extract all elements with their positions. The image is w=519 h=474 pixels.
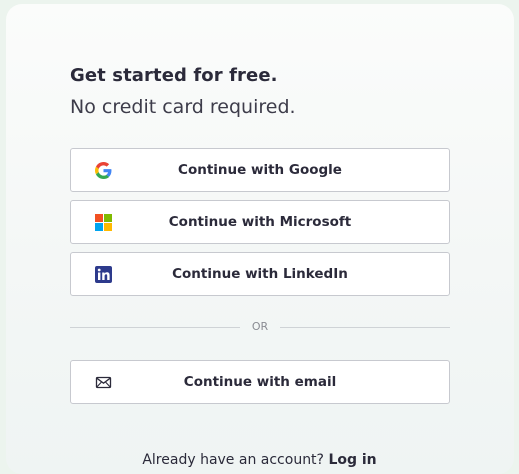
page-subtitle: No credit card required. [70,96,296,118]
google-signin-button[interactable]: Continue with Google [70,148,450,192]
microsoft-button-label: Continue with Microsoft [168,214,352,230]
google-button-label: Continue with Google [178,162,342,178]
linkedin-button-label: Continue with LinkedIn [172,266,348,282]
login-link[interactable]: Log in [328,452,376,468]
email-button-label: Continue with email [183,374,337,390]
divider-or: OR [251,320,269,333]
login-prompt-text: Already have an account? [142,452,324,468]
login-prompt: Already have an account? Log in [0,452,519,468]
linkedin-signin-button[interactable]: Continue with LinkedIn [70,252,450,296]
page-title: Get started for free. [70,65,278,86]
divider-line-left [70,327,240,328]
microsoft-signin-button[interactable]: Continue with Microsoft [70,200,450,244]
email-signin-button[interactable]: Continue with email [70,360,450,404]
divider-line-right [280,327,450,328]
